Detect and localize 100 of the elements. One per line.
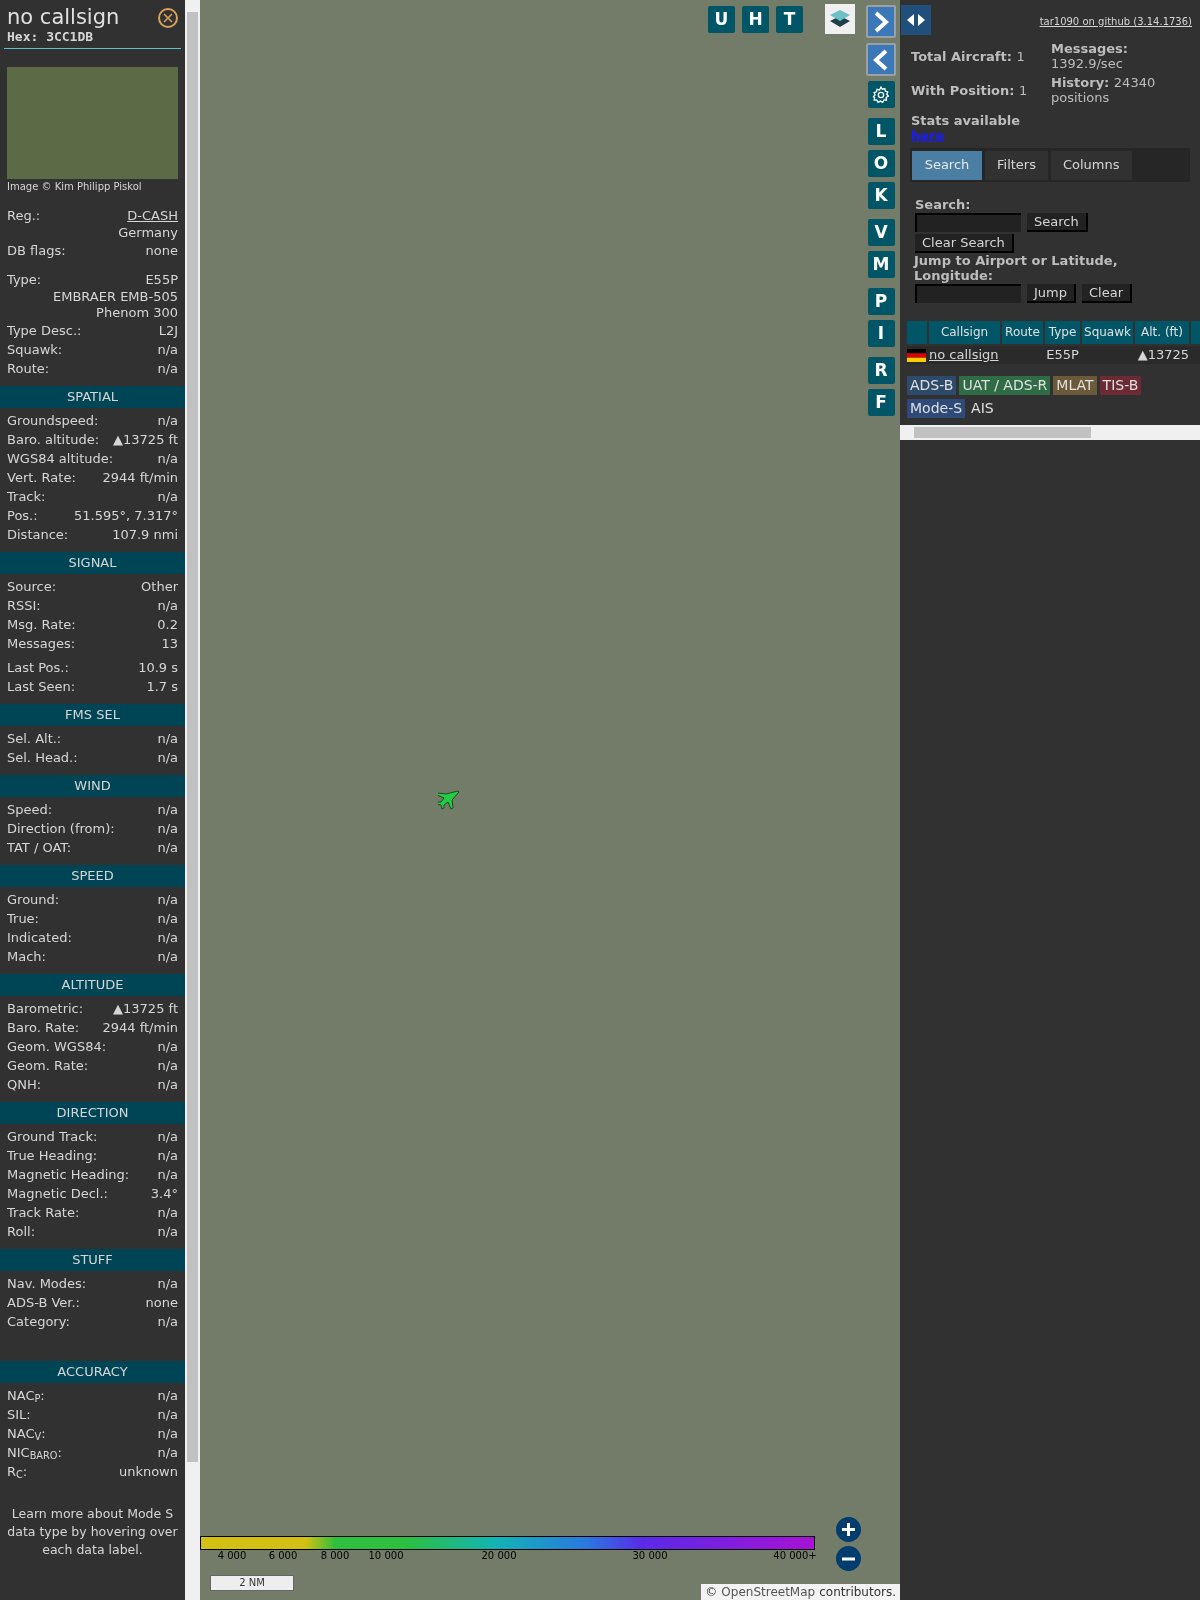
map-toggle-button[interactable]: U xyxy=(708,6,735,33)
settings-button[interactable] xyxy=(867,81,895,108)
field-value: Other xyxy=(141,578,178,596)
map-toggle-button[interactable]: O xyxy=(867,150,895,177)
field-value: n/a xyxy=(157,360,178,378)
layers-button[interactable] xyxy=(825,4,855,34)
map-toggle-button[interactable]: T xyxy=(776,6,803,33)
github-link[interactable]: tar1090 on github (3.14.1736) xyxy=(1039,14,1192,29)
field-value: n/a xyxy=(157,929,178,947)
search-label: Search: xyxy=(914,198,972,212)
horizontal-scrollbar[interactable] xyxy=(900,425,1200,440)
vertical-scrollbar[interactable] xyxy=(185,0,200,1600)
field-value: n/a xyxy=(157,1038,178,1056)
panel-tab[interactable]: Filters xyxy=(985,150,1048,180)
field-label: NAC$_{P}$: xyxy=(7,1387,45,1405)
field-label: Route: xyxy=(7,360,50,378)
table-header[interactable]: Callsign xyxy=(929,321,1000,344)
field-value: n/a xyxy=(157,1425,178,1443)
field-label: Geom. Rate: xyxy=(7,1057,89,1075)
field-label: ADS-B Ver.: xyxy=(7,1294,80,1312)
minus-icon xyxy=(841,1556,856,1561)
field-value: n/a xyxy=(157,1313,178,1331)
table-header[interactable]: Squawk xyxy=(1082,321,1133,344)
field-label: Msg. Rate: xyxy=(7,616,76,634)
panel-toggle-button[interactable] xyxy=(901,5,931,35)
field-label: RSSI: xyxy=(7,597,41,615)
field-label: Direction (from): xyxy=(7,820,115,838)
map-toggle-button[interactable]: V xyxy=(867,219,895,246)
field-value: n/a xyxy=(157,1147,178,1165)
field-label: Reg.: xyxy=(7,207,41,225)
chevron-left-icon xyxy=(872,47,890,72)
table-header xyxy=(907,321,927,344)
field-label: Magnetic Decl.: xyxy=(7,1185,108,1203)
field-value: ▲13725 ft xyxy=(113,1000,178,1018)
field-value: n/a xyxy=(157,1057,178,1075)
zoom-out-button[interactable] xyxy=(836,1546,861,1571)
zoom-in-button[interactable] xyxy=(836,1517,861,1542)
field-value: 107.9 nmi xyxy=(112,526,178,544)
map-toggle-button[interactable]: I xyxy=(867,320,895,347)
close-icon xyxy=(163,13,173,23)
aircraft-title: no callsign xyxy=(7,4,120,30)
registration-link[interactable]: D-CASH xyxy=(127,206,178,225)
field-value: n/a xyxy=(157,1444,178,1462)
map-toggle-button[interactable]: K xyxy=(867,182,895,209)
source-legend-tag: MLAT xyxy=(1053,376,1097,395)
panel-tab[interactable]: Columns xyxy=(1050,150,1132,180)
close-button[interactable] xyxy=(158,8,178,28)
field-value: n/a xyxy=(157,1406,178,1424)
field-value: 3.4° xyxy=(150,1185,178,1203)
altitude-tick-label: 8 000 xyxy=(320,1550,350,1562)
field-label: Type: xyxy=(7,271,42,289)
field-value: n/a xyxy=(157,1166,178,1184)
field-label: DB flags: xyxy=(7,242,66,260)
field-label: Baro. altitude: xyxy=(7,431,100,449)
openstreetmap-link[interactable]: OpenStreetMap xyxy=(721,1584,816,1600)
field-value: EMBRAER EMB-505 Phenom 300 xyxy=(52,289,178,321)
aircraft-row[interactable]: no callsign E55P ▲13725 xyxy=(907,346,1200,364)
field-value: n/a xyxy=(157,730,178,748)
field-value: n/a xyxy=(157,801,178,819)
field-value: n/a xyxy=(157,910,178,928)
hex-code: Hex: 3CC1DB xyxy=(7,30,95,44)
panel-tab[interactable]: Search xyxy=(912,150,982,180)
field-value: n/a xyxy=(157,820,178,838)
field-label: Track: xyxy=(7,488,46,506)
stat-text: History: 24340 positions xyxy=(1051,75,1157,105)
section-header: SIGNAL xyxy=(0,552,185,574)
table-header xyxy=(1191,321,1200,344)
callsign-link[interactable]: no callsign xyxy=(929,346,1000,364)
field-value: n/a xyxy=(157,1275,178,1293)
map-toggle-button[interactable]: R xyxy=(867,357,895,384)
table-cell-text: ▲13725 xyxy=(1136,346,1189,364)
section-header: FMS SEL xyxy=(0,704,185,726)
field-value: n/a xyxy=(157,749,178,767)
settings-icon xyxy=(871,84,891,105)
field-label: R$_{C}$: xyxy=(7,1463,28,1481)
map-toggle-button[interactable]: P xyxy=(867,288,895,315)
field-value: n/a xyxy=(157,1223,178,1241)
field-value: L2J xyxy=(158,322,178,340)
clear-button[interactable]: Clear xyxy=(1082,284,1132,303)
clear-search-button[interactable]: Clear Search xyxy=(915,234,1014,253)
map-toggle-button[interactable]: F xyxy=(867,389,895,416)
source-legend-tag: UAT / ADS-R xyxy=(959,376,1051,395)
map-toggle-button[interactable]: L xyxy=(867,118,895,145)
jump-field[interactable] xyxy=(915,284,1021,303)
next-arrow-button[interactable] xyxy=(866,5,896,38)
jump-button[interactable]: Jump xyxy=(1027,284,1076,303)
field-label: True: xyxy=(7,910,39,928)
search-button[interactable]: Search xyxy=(1027,213,1088,232)
stat-text: Messages: 1392.9/sec xyxy=(1051,41,1130,71)
field-value: 1.7 s xyxy=(146,678,178,696)
map-toggle-button[interactable]: H xyxy=(742,6,769,33)
previous-arrow-button[interactable] xyxy=(866,43,896,76)
table-header[interactable]: Type xyxy=(1045,321,1080,344)
search-field[interactable] xyxy=(915,213,1021,232)
table-header[interactable]: Route xyxy=(1002,321,1043,344)
field-label: WGS84 altitude: xyxy=(7,450,114,468)
image-credit: Image © Kim Philipp Piskol xyxy=(6,180,143,194)
table-header[interactable]: Alt. (ft) xyxy=(1135,321,1189,344)
map-toggle-button[interactable]: M xyxy=(867,251,895,278)
field-label: Type Desc.: xyxy=(7,322,82,340)
